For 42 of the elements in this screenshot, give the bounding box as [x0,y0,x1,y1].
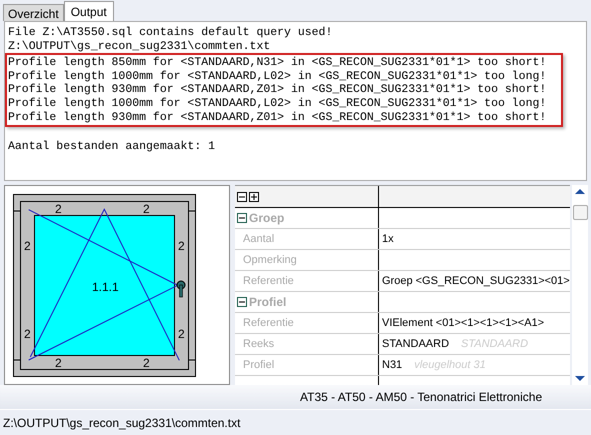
log-line: Profile length 850mm for <STANDAARD,N31> in <GS_RECON_SUG2331*01*1> too short! [8,56,548,70]
expand-all-icon[interactable] [249,192,259,202]
property-value[interactable]: STANDAARD [382,338,450,350]
frame-label: 2 [24,327,31,341]
property-label: Opmerking [242,254,297,266]
frame-label: 2 [55,202,62,216]
log-line: File Z:\AT3550.sql contains default query used! [8,26,334,40]
property-label: Aantal [242,233,274,245]
status-path: Z:\OUTPUT\gs_recon_sug2331\commten.txt [3,416,240,430]
collapse-icon[interactable] [237,297,247,307]
log-line: Aantal bestanden aangemaakt: 1 [8,140,216,154]
property-value[interactable]: VIElement <01><1><1><1><A1> [382,317,544,329]
handle-icon [176,280,186,298]
property-label: Referentie [242,317,294,329]
tab[interactable]: Output [64,1,114,21]
tab[interactable]: Overzicht [3,4,64,21]
frame-label: 2 [178,327,185,341]
frame-label: 2 [143,202,150,216]
scroll-thumb[interactable] [573,205,588,220]
property-value[interactable]: 1x [382,233,394,245]
log-line: Profile length 930mm for <STANDAARD,Z01> in <GS_RECON_SUG2331*01*1> too short! [8,110,548,124]
log-line: Profile length 1000mm for <STANDAARD,L02> in <GS_RECON_SUG2331*01*1> too long! [8,96,548,111]
property-label: Reeks [242,338,274,350]
frame-label: 2 [178,239,185,253]
frame-label: 2 [24,239,31,253]
log-line: Z:\OUTPUT\gs_recon_sug2331\commten.txt [8,40,272,54]
property-label: Referentie [242,275,294,287]
property-value[interactable]: Groep <GS_RECON_SUG2331><01> [382,275,570,287]
collapse-icon[interactable] [237,213,247,223]
log-line: Profile length 930mm for <STANDAARD,Z01> in <GS_RECON_SUG2331*01*1> too short! [8,83,548,97]
frame-label: 2 [55,356,62,370]
scrollbar[interactable] [572,185,588,385]
sash-label: 1.1.1 [92,280,119,294]
collapse-all-icon[interactable] [237,192,247,202]
scroll-up-icon[interactable] [575,189,585,194]
group-label: Profiel [249,295,286,309]
property-value[interactable]: N31 [382,359,402,371]
frame-label: 2 [143,356,150,370]
log-line: Profile length 1000mm for <STANDAARD,L02> in <GS_RECON_SUG2331*01*1> too long! [8,70,548,84]
property-label: Profiel [242,359,274,371]
group-label: Groep [249,211,284,225]
app-title: AT35 - AT50 - AM50 - Tenonatrici Elettroniche [300,390,542,404]
